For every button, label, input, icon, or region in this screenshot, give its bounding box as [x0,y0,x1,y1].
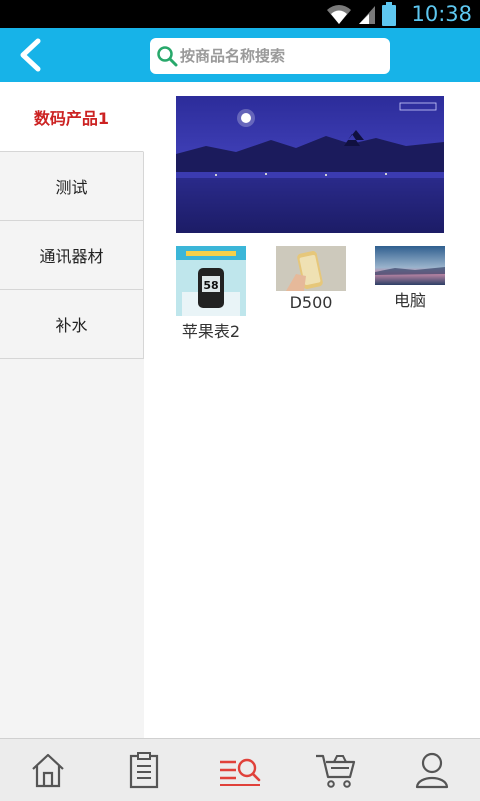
wifi-icon [327,5,351,24]
product-item-computer[interactable]: 电脑 [375,246,445,311]
home-icon [32,753,64,788]
category-content: 58 苹果表2 D500 电脑 [144,82,480,738]
chevron-left-icon [20,38,41,72]
sidebar-item-label: 补水 [55,316,88,335]
clipboard-icon [129,752,159,789]
product-thumbnail: 58 [176,246,246,316]
cart-icon [316,754,356,788]
search-input[interactable] [180,47,380,65]
clock-time: 10:38 [411,2,472,26]
sidebar-item-label: 测试 [55,178,88,197]
product-label: 电脑 [393,291,426,310]
product-thumb-number: 58 [203,279,218,292]
nav-category[interactable] [192,739,288,801]
product-item-apple-watch[interactable]: 58 苹果表2 [176,246,246,342]
nav-account[interactable] [384,739,480,801]
sidebar-item-digital-products[interactable]: 数码产品1 [0,82,144,152]
status-icons [326,2,396,26]
product-label: D500 [289,293,333,312]
product-thumbnail [375,246,445,285]
category-sidebar: 数码产品1 测试 通讯器材 补水 [0,82,144,738]
sidebar-item-label: 通讯器材 [39,247,104,266]
product-thumbnail [276,246,346,291]
sidebar-item-hydration[interactable]: 补水 [0,290,144,359]
back-button[interactable] [8,32,52,78]
category-banner[interactable] [176,96,444,233]
product-label: 苹果表2 [181,322,241,341]
status-bar: 10:38 [0,0,480,28]
sidebar-item-label: 数码产品1 [33,108,110,128]
signal-icon [359,6,375,24]
category-search-icon [220,758,261,786]
app-header [0,28,480,82]
nav-home[interactable] [0,739,96,801]
nav-cart[interactable] [288,739,384,801]
search-icon [157,46,178,67]
banner-image [176,96,444,233]
search-box[interactable] [150,38,390,74]
user-icon [415,752,449,789]
bottom-navigation [0,738,480,801]
battery-icon [382,2,396,26]
sidebar-item-communication-equipment[interactable]: 通讯器材 [0,221,144,290]
sidebar-item-test[interactable]: 测试 [0,152,144,221]
product-item-d500[interactable]: D500 [276,246,346,312]
nav-orders[interactable] [96,739,192,801]
